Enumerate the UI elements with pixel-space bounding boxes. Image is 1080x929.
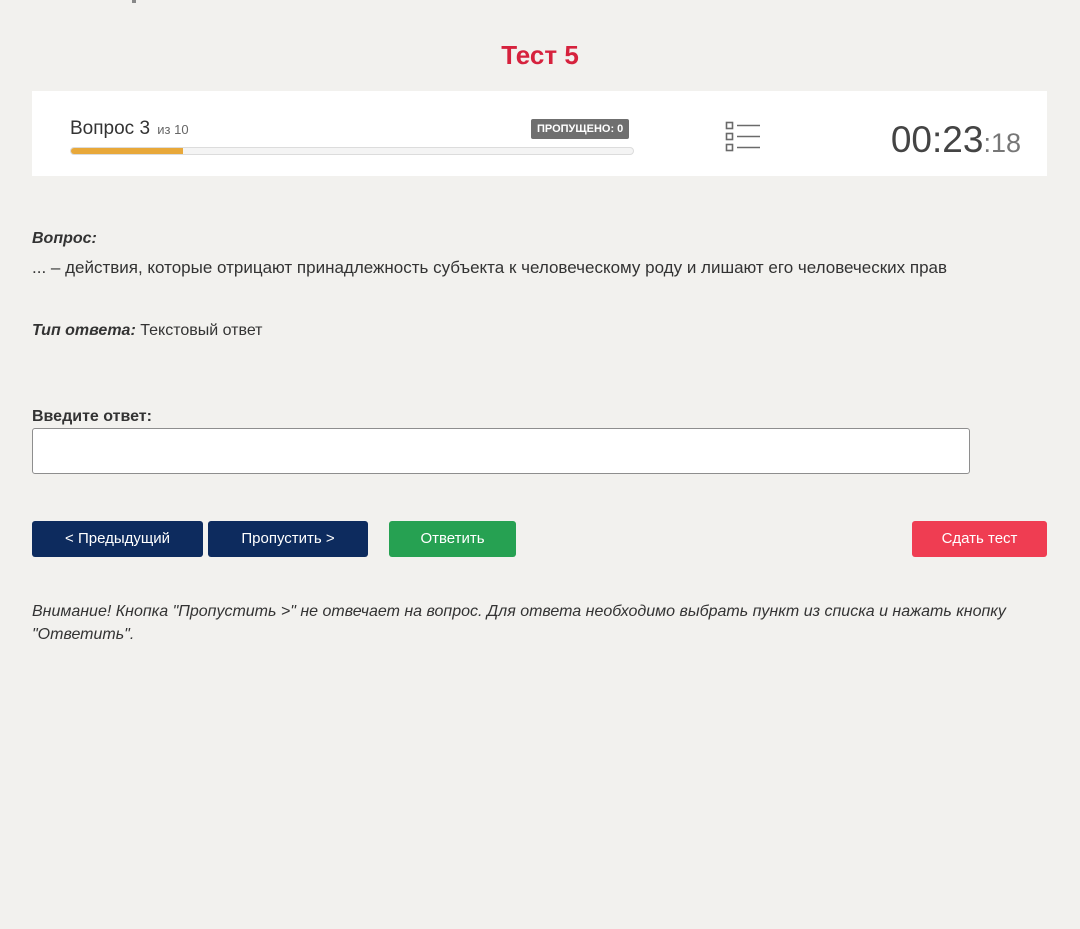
question-text: ... – действия, которые отрицают принадл… [32,258,948,277]
answer-type-label: Тип ответа: [32,322,136,339]
answer-button[interactable]: Ответить [389,521,516,557]
answer-type: Тип ответа: Текстовый ответ [32,320,263,342]
timer-separator: : [983,128,991,158]
countdown-timer: 00:23:18 [891,119,1021,161]
question-counter: Вопрос 3 из 10 [70,118,189,140]
question-total: из 10 [157,122,189,137]
question-list-icon[interactable] [725,121,761,153]
page-title: Тест 5 [501,40,579,70]
warning-note: Внимание! Кнопка "Пропустить >" не отвеч… [32,603,1006,643]
progress-bar [70,147,634,155]
question-block: Вопрос: ... – действия, которые отрицают… [32,229,1052,279]
top-edge-fragment [120,0,150,3]
skip-button[interactable]: Пропустить > [208,521,368,557]
answer-field-label: Введите ответ: [32,408,152,425]
question-number: Вопрос 3 [70,118,151,139]
answer-input[interactable] [32,428,970,474]
timer-seconds: 18 [990,128,1021,158]
answer-type-value: Текстовый ответ [140,322,263,339]
status-panel: Вопрос 3 из 10 ПРОПУЩЕНО: 0 00:23:18 [32,91,1047,176]
finish-test-button[interactable]: Сдать тест [912,521,1047,557]
previous-button[interactable]: < Предыдущий [32,521,203,557]
skipped-count-badge: ПРОПУЩЕНО: 0 [531,119,630,139]
progress-bar-fill [71,148,184,154]
timer-main: 00:23 [890,119,984,160]
question-label: Вопрос: [32,230,97,247]
